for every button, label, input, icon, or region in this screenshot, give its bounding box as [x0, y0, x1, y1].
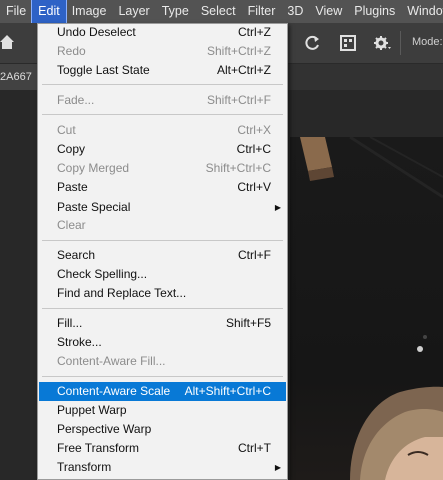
menu-item-content-aware-fill[interactable]: Content-Aware Fill...: [39, 352, 286, 371]
menu-item-label: Fill...: [57, 316, 83, 330]
menu-item-undo-deselect[interactable]: Undo Deselect Ctrl+Z: [39, 23, 286, 42]
menu-item-paste-special[interactable]: Paste Special ▶: [39, 198, 286, 217]
menu-item-shortcut: Shift+F5: [225, 316, 271, 330]
menu-item-clear[interactable]: Clear: [39, 216, 286, 235]
menu-item-copy-merged[interactable]: Copy Merged Shift+Ctrl+C: [39, 159, 286, 178]
options-separator: [400, 31, 401, 55]
menu-item-content-aware-scale[interactable]: Content-Aware Scale Alt+Shift+Ctrl+C: [39, 382, 286, 401]
menu-item-label: Undo Deselect: [57, 25, 136, 39]
menu-select[interactable]: Select: [195, 0, 242, 23]
menu-item-label: Perspective Warp: [57, 422, 152, 436]
menu-divider: [42, 308, 283, 309]
menu-view[interactable]: View: [309, 0, 348, 23]
menu-divider: [42, 240, 283, 241]
menu-item-shortcut: Shift+Ctrl+F: [206, 93, 271, 107]
edit-menu: Undo Deselect Ctrl+Z Redo Shift+Ctrl+Z T…: [37, 23, 288, 480]
menu-item-copy[interactable]: Copy Ctrl+C: [39, 140, 286, 159]
menu-item-shortcut: Ctrl+Z: [238, 25, 271, 39]
document-image: [290, 137, 443, 480]
menu-item-label: Redo: [57, 44, 86, 58]
menu-item-shortcut: Ctrl+C: [236, 142, 271, 156]
menu-item-shortcut: Ctrl+X: [237, 123, 271, 137]
menu-item-label: Find and Replace Text...: [57, 286, 187, 300]
menu-item-check-spelling[interactable]: Check Spelling...: [39, 265, 286, 284]
document-tab[interactable]: 2A667: [0, 64, 40, 90]
menu-image[interactable]: Image: [66, 0, 113, 23]
menu-item-shortcut: Alt+Shift+Ctrl+C: [184, 384, 271, 398]
menu-item-stroke[interactable]: Stroke...: [39, 333, 286, 352]
menu-item-label: Fade...: [57, 93, 95, 107]
menu-item-label: Free Transform: [57, 441, 140, 455]
menu-item-label: Copy: [57, 142, 86, 156]
menu-item-paste[interactable]: Paste Ctrl+V: [39, 178, 286, 197]
menu-item-transform[interactable]: Transform ▶: [39, 458, 286, 477]
menu-item-label: Transform: [57, 460, 112, 474]
menu-type[interactable]: Type: [156, 0, 195, 23]
menu-3d[interactable]: 3D: [281, 0, 309, 23]
menu-item-label: Search: [57, 248, 96, 262]
submenu-arrow-icon: ▶: [274, 463, 281, 472]
menu-item-label: Copy Merged: [57, 161, 130, 175]
crop-grid-icon[interactable]: [338, 33, 358, 53]
menu-item-label: Paste: [57, 180, 88, 194]
menu-item-shortcut: Shift+Ctrl+C: [205, 161, 271, 175]
menu-divider: [42, 84, 283, 85]
menu-item-label: Content-Aware Fill...: [57, 354, 166, 368]
menu-item-label: Stroke...: [57, 335, 102, 349]
menu-plugins[interactable]: Plugins: [348, 0, 401, 23]
menu-item-shortcut: Ctrl+F: [238, 248, 271, 262]
menu-item-find-replace[interactable]: Find and Replace Text...: [39, 284, 286, 303]
menu-item-label: Cut: [57, 123, 76, 137]
rotate-icon[interactable]: [302, 33, 322, 53]
menu-layer[interactable]: Layer: [112, 0, 155, 23]
menubar: File Edit Image Layer Type Select Filter…: [0, 0, 443, 24]
gear-icon[interactable]: [372, 33, 392, 53]
menu-item-fill[interactable]: Fill... Shift+F5: [39, 314, 286, 333]
mode-label: Mode:: [412, 36, 443, 48]
menu-item-shortcut: Ctrl+T: [238, 441, 271, 455]
menu-item-shortcut: Shift+Ctrl+Z: [206, 44, 271, 58]
menu-item-perspective-warp[interactable]: Perspective Warp: [39, 420, 286, 439]
menu-item-label: Toggle Last State: [57, 63, 150, 77]
menu-item-label: Puppet Warp: [57, 403, 127, 417]
menu-item-search[interactable]: Search Ctrl+F: [39, 246, 286, 265]
menu-item-cut[interactable]: Cut Ctrl+X: [39, 121, 286, 140]
menu-item-fade[interactable]: Fade... Shift+Ctrl+F: [39, 91, 286, 110]
menu-item-shortcut: Alt+Ctrl+Z: [216, 63, 271, 77]
menu-item-shortcut: Ctrl+V: [237, 180, 271, 194]
menu-divider: [42, 114, 283, 115]
menu-item-label: Clear: [57, 218, 86, 232]
submenu-arrow-icon: ▶: [274, 203, 281, 212]
menu-edit[interactable]: Edit: [31, 0, 67, 24]
menu-filter[interactable]: Filter: [242, 0, 282, 23]
menu-item-free-transform[interactable]: Free Transform Ctrl+T: [39, 439, 286, 458]
home-icon[interactable]: [0, 32, 16, 52]
menu-item-toggle-last-state[interactable]: Toggle Last State Alt+Ctrl+Z: [39, 61, 286, 80]
menu-item-label: Paste Special: [57, 200, 131, 214]
menu-item-redo[interactable]: Redo Shift+Ctrl+Z: [39, 42, 286, 61]
menu-file[interactable]: File: [0, 0, 32, 23]
menu-window[interactable]: Window: [401, 0, 443, 23]
menu-item-label: Content-Aware Scale: [57, 384, 171, 398]
menu-divider: [42, 376, 283, 377]
menu-item-label: Check Spelling...: [57, 267, 148, 281]
menu-item-puppet-warp[interactable]: Puppet Warp: [39, 401, 286, 420]
